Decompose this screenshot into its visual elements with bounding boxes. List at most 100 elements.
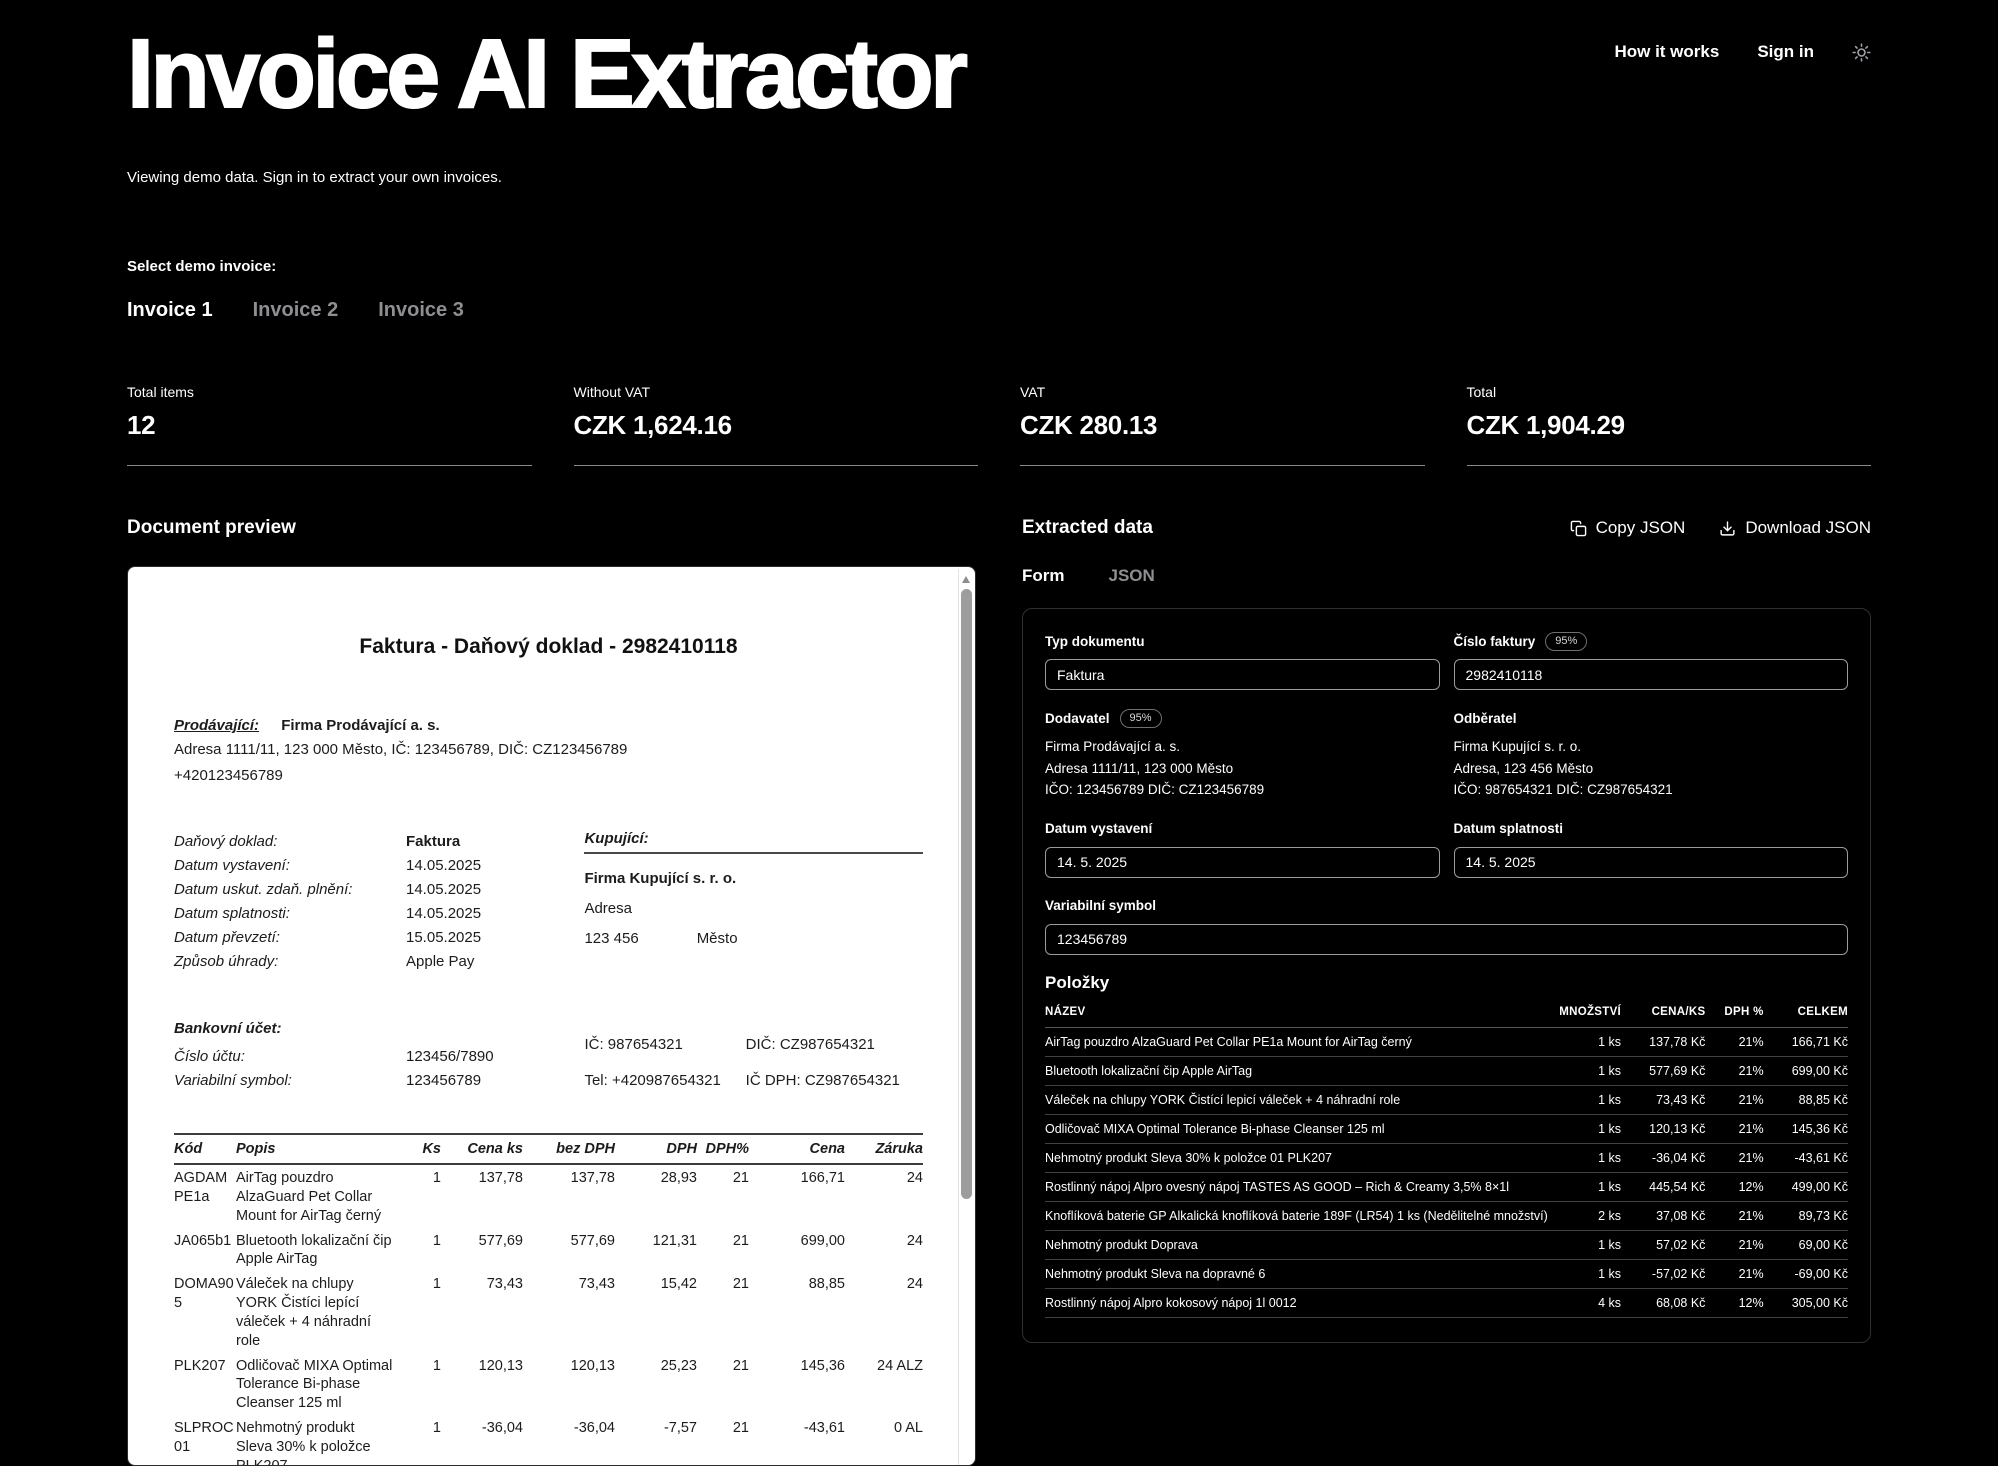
- doc-column-header: Cena: [749, 1133, 845, 1166]
- doc-cell-cena_ks: 120,13: [478, 1357, 523, 1374]
- doc-cell-bez_dph: 120,13: [570, 1357, 615, 1374]
- customer-label: Odběratel: [1453, 710, 1517, 726]
- doc-cell-bez_dph: -36,04: [573, 1420, 615, 1437]
- doc-cell-cena: 145,36: [800, 1357, 845, 1374]
- doc-table-body: AGDAM PE1a AirTag pouzdro AlzaGuard Pet C…: [174, 1164, 923, 1466]
- supplier-address: Adresa 1111/11, 123 000 Město: [1045, 760, 1234, 776]
- item-cell-total: 89,73 Kč: [1763, 1201, 1848, 1231]
- item-cell-qty: 1 ks: [1547, 1143, 1622, 1173]
- doc-column-header: bez DPH: [523, 1133, 615, 1166]
- issue-date-input[interactable]: [1045, 846, 1440, 878]
- stat-vat: VAT CZK 280.13: [1020, 384, 1425, 467]
- tab-invoice-2[interactable]: Invoice 2: [253, 299, 339, 322]
- doc-info-value: 14.05.2025: [406, 857, 482, 875]
- item-cell-total: 499,00 Kč: [1763, 1172, 1848, 1202]
- doc-seller-name: Firma Prodávající a. s.: [281, 717, 440, 735]
- item-cell-total: 145,36 Kč: [1763, 1114, 1848, 1144]
- doc-bank-row: Číslo účtu: 123456/7890: [174, 1045, 578, 1069]
- copy-json-button[interactable]: Copy JSON: [1570, 518, 1685, 538]
- extracted-data-column: Extracted data Copy JSON Download JSON F…: [1022, 514, 1871, 1466]
- issue-date-label: Datum vystavení: [1045, 821, 1153, 837]
- item-cell-qty: 1 ks: [1547, 1085, 1622, 1115]
- scrollbar-up-arrow-icon[interactable]: [962, 576, 970, 584]
- doc-cell-code: AGDAM PE1a: [174, 1170, 228, 1205]
- doc-bank-value: 123456789: [406, 1072, 482, 1090]
- scrollbar-thumb[interactable]: [961, 589, 972, 1200]
- page: Invoice AI Extractor How it works Sign i…: [0, 0, 1998, 1466]
- customer-details: Firma Kupující s. r. o. Adresa, 123 456 …: [1454, 736, 1849, 801]
- item-cell-total: -69,00 Kč: [1763, 1259, 1848, 1289]
- item-cell-vat: 21%: [1705, 1259, 1764, 1289]
- item-cell-name: Bluetooth lokalizační čip Apple AirTag: [1045, 1056, 1548, 1086]
- item-cell-qty: 1 ks: [1547, 1056, 1622, 1086]
- supplier-details: Firma Prodávající a. s. Adresa 1111/11, …: [1045, 736, 1440, 801]
- doc-bank-left: Bankovní účet: Číslo účtu: 123456/7890 Var…: [174, 1020, 578, 1093]
- doc-cell-cena: 88,85: [808, 1276, 845, 1293]
- tab-invoice-1[interactable]: Invoice 1: [127, 299, 213, 322]
- items-table-row: Odličovač MIXA Optimal Tolerance Bi-phas…: [1045, 1114, 1848, 1144]
- doc-cell-desc: Váleček na chlupy YORK Čistíci lepící vá…: [236, 1276, 372, 1349]
- due-date-input[interactable]: [1453, 846, 1848, 878]
- items-table-row: Váleček na chlupy YORK Čistící lepicí vá…: [1045, 1085, 1848, 1115]
- doc-cell-dph_pct: 21: [732, 1170, 749, 1187]
- doc-table-row: DOMA90 5 Váleček na chlupy YORK Čistíci l…: [174, 1271, 923, 1352]
- item-cell-unit: 445,54 Kč: [1621, 1172, 1706, 1202]
- nav-sign-in[interactable]: Sign in: [1757, 42, 1814, 62]
- document-type-input[interactable]: [1045, 659, 1440, 691]
- invoice-number-input[interactable]: [1453, 659, 1848, 691]
- tab-json[interactable]: JSON: [1109, 566, 1155, 586]
- item-cell-total: 699,00 Kč: [1763, 1056, 1848, 1086]
- demo-invoice-tabs: Invoice 1 Invoice 2 Invoice 3: [127, 299, 1871, 322]
- item-cell-unit: 120,13 Kč: [1621, 1114, 1706, 1144]
- items-column-header: CELKEM: [1763, 996, 1848, 1028]
- doc-info-row: Způsob úhrady: Apple Pay: [174, 950, 578, 974]
- doc-column-header: Záruka: [845, 1133, 923, 1166]
- item-cell-unit: -36,04 Kč: [1621, 1143, 1706, 1173]
- doc-cell-cena_ks: 73,43: [486, 1276, 523, 1293]
- doc-cell-code: PLK207: [174, 1357, 226, 1374]
- doc-buyer-label: Kupující:: [584, 830, 649, 848]
- doc-info-value: 14.05.2025: [406, 881, 482, 899]
- item-cell-qty: 1 ks: [1547, 1027, 1622, 1057]
- item-cell-qty: 4 ks: [1547, 1288, 1622, 1318]
- stat-total-items: Total items 12: [127, 384, 532, 467]
- doc-info-label: Datum splatnosti:: [174, 905, 290, 923]
- stat-label: Total items: [127, 384, 194, 401]
- tab-invoice-3[interactable]: Invoice 3: [378, 299, 464, 322]
- doc-cell-desc: Nehmotný produkt Sleva 30% k položce PLK…: [236, 1420, 371, 1466]
- doc-info-row: Daňový doklad: Faktura: [174, 830, 578, 854]
- preview-scrollbar[interactable]: [958, 569, 973, 1466]
- document-preview-panel[interactable]: Faktura - Daňový doklad - 2982410118 Pro…: [127, 566, 976, 1466]
- variable-symbol-input[interactable]: [1045, 923, 1848, 955]
- doc-info-label: Datum uskut. zdaň. plnění:: [174, 881, 353, 899]
- download-json-button[interactable]: Download JSON: [1719, 518, 1871, 538]
- doc-title: Faktura - Daňový doklad - 2982410118: [359, 635, 738, 659]
- tab-form[interactable]: Form: [1022, 566, 1065, 586]
- items-table-row: Bluetooth lokalizační čip Apple AirTag 1 …: [1045, 1056, 1848, 1086]
- doc-buyer-rule: Kupující:: [584, 830, 923, 855]
- stat-label: Without VAT: [573, 384, 651, 401]
- json-actions: Copy JSON Download JSON: [1570, 518, 1871, 538]
- doc-bank-row: Variabilní symbol: 123456789: [174, 1069, 578, 1093]
- doc-cell-zaruka: 24: [906, 1276, 923, 1293]
- doc-buyer-city-row: 123 456 Město: [584, 930, 923, 947]
- doc-cell-desc: Bluetooth lokalizační čip Apple AirTag: [236, 1232, 392, 1268]
- item-cell-qty: 2 ks: [1547, 1201, 1622, 1231]
- doc-info-value: Apple Pay: [406, 953, 475, 971]
- doc-cell-ks: 1: [432, 1170, 441, 1187]
- preview-header: Document preview: [127, 514, 976, 542]
- form-row-parties: Dodavatel 95% Firma Prodávající a. s. Ad…: [1045, 708, 1848, 819]
- field-variable-symbol: Variabilní symbol: [1045, 896, 1848, 955]
- doc-cell-bez_dph: 137,78: [570, 1170, 615, 1187]
- doc-cell-cena_ks: -36,04: [481, 1420, 523, 1437]
- nav-how-it-works[interactable]: How it works: [1614, 42, 1719, 62]
- item-cell-unit: 577,69 Kč: [1621, 1056, 1706, 1086]
- doc-cell-dph: 15,42: [660, 1276, 697, 1293]
- items-column-header: CENA/KS: [1621, 996, 1706, 1028]
- theme-toggle-button[interactable]: [1852, 42, 1871, 62]
- supplier-name: Firma Prodávající a. s.: [1045, 739, 1181, 755]
- item-cell-qty: 1 ks: [1547, 1259, 1622, 1289]
- doc-buyer-name: Firma Kupující s. r. o.: [584, 870, 737, 888]
- doc-info-value: 15.05.2025: [406, 929, 482, 947]
- customer-address: Adresa, 123 456 Město: [1453, 760, 1594, 776]
